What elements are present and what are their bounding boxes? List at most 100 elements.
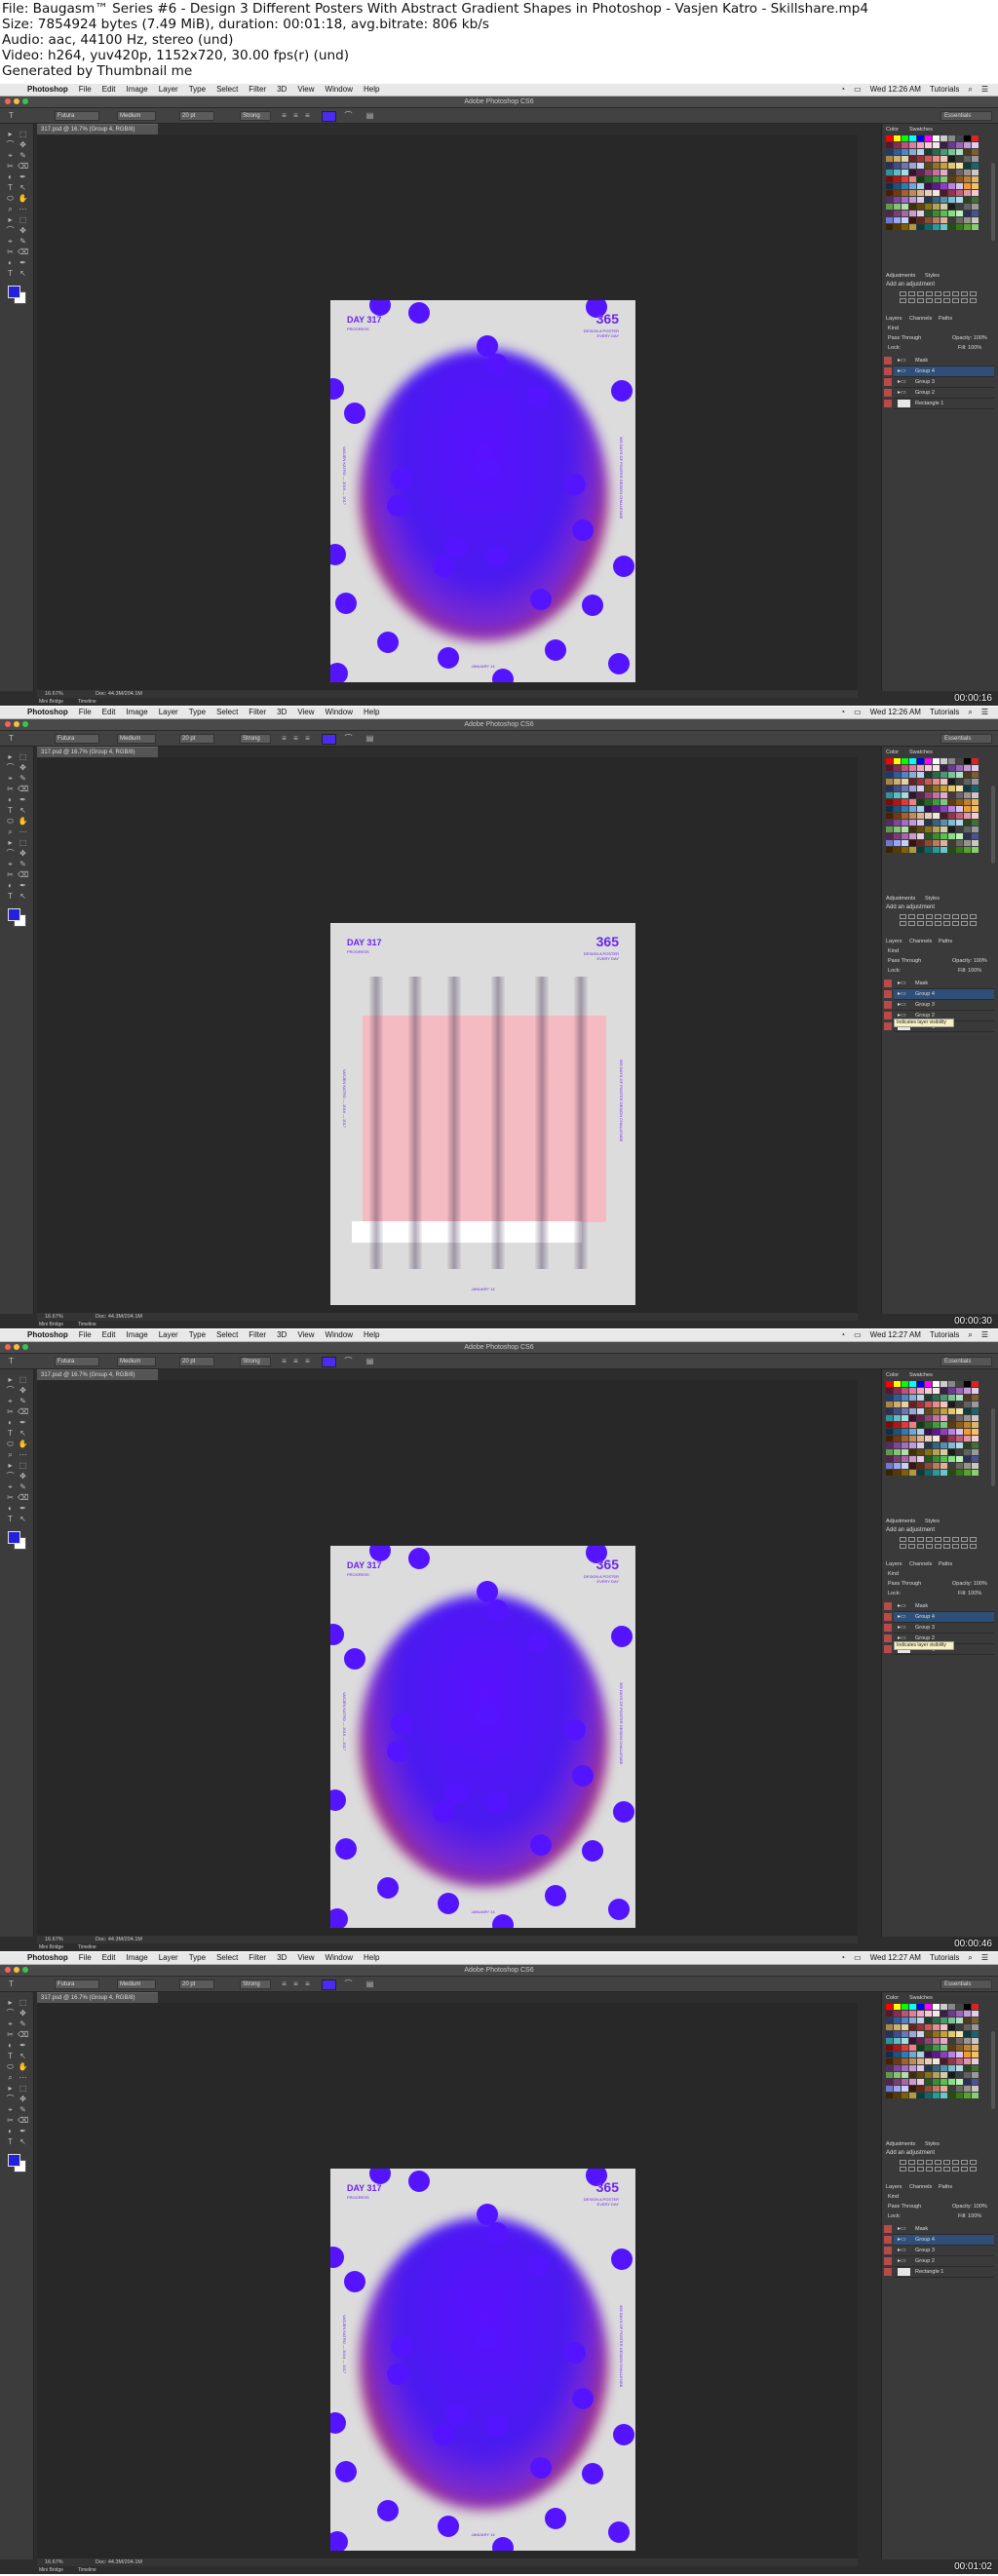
menu-help[interactable]: Help — [364, 84, 379, 96]
color-swatch[interactable] — [894, 190, 901, 196]
tab-styles[interactable]: Styles — [925, 272, 940, 280]
color-swatch[interactable] — [956, 1449, 963, 1455]
layer-filter-kind[interactable]: Kind — [888, 325, 899, 332]
color-swatch[interactable] — [909, 799, 916, 805]
color-swatch[interactable] — [894, 840, 901, 846]
tool-19-icon[interactable]: ✥ — [18, 849, 28, 858]
color-swatch[interactable] — [886, 806, 893, 812]
color-swatch[interactable] — [917, 2011, 924, 2017]
fill-field[interactable]: Fill: 100% — [958, 1590, 981, 1597]
tool-20-icon[interactable]: ⌖ — [5, 237, 16, 246]
menu-help[interactable]: Help — [364, 707, 379, 718]
tool-17-icon[interactable]: ⬚ — [18, 838, 28, 847]
align-left-icon[interactable]: ≡ — [279, 1980, 289, 1988]
tab-timeline[interactable]: Timeline — [78, 2566, 96, 2574]
color-swatch[interactable] — [933, 1436, 940, 1442]
color-swatch[interactable] — [925, 156, 932, 162]
color-swatch[interactable] — [925, 1456, 932, 1462]
layer-filter-kind[interactable]: Kind — [888, 947, 899, 955]
color-swatch[interactable] — [917, 211, 924, 216]
color-swatch[interactable] — [948, 1442, 955, 1448]
tool-18-icon[interactable]: ⌒ — [5, 849, 16, 858]
color-swatch[interactable] — [902, 224, 908, 230]
eye-icon[interactable] — [884, 400, 892, 407]
color-swatch[interactable] — [956, 211, 963, 216]
color-swatch[interactable] — [909, 2038, 916, 2044]
adjustment-icon[interactable] — [943, 298, 950, 303]
menu-edit[interactable]: Edit — [102, 1952, 116, 1964]
color-swatch[interactable] — [894, 156, 901, 162]
color-swatch[interactable] — [964, 1429, 971, 1435]
color-swatch[interactable] — [972, 833, 979, 839]
color-swatch[interactable] — [948, 135, 955, 141]
color-swatch[interactable] — [886, 1470, 893, 1476]
color-swatch[interactable] — [948, 170, 955, 175]
color-swatch[interactable] — [925, 2086, 932, 2092]
tab-color[interactable]: Color — [886, 1371, 899, 1379]
color-swatch[interactable] — [894, 2004, 901, 2010]
menu-filter[interactable]: Filter — [249, 1329, 266, 1341]
color-swatch[interactable] — [909, 1463, 916, 1469]
menu-file[interactable]: File — [79, 1329, 92, 1341]
folder-icon[interactable]: ▸▭ — [898, 989, 906, 999]
color-swatch[interactable] — [972, 2045, 979, 2051]
folder-icon[interactable]: ▸▭ — [898, 2224, 906, 2234]
color-swatch[interactable] — [902, 2052, 908, 2057]
color-swatch[interactable] — [940, 163, 947, 169]
zoom-window-button[interactable] — [22, 721, 28, 727]
color-swatch[interactable] — [972, 163, 979, 169]
adjustment-icon[interactable] — [961, 2160, 968, 2165]
color-swatch[interactable] — [933, 2058, 940, 2064]
color-swatch[interactable] — [972, 190, 979, 196]
warp-text-icon[interactable]: ⌒ — [343, 111, 354, 120]
color-swatch[interactable] — [917, 813, 924, 819]
color-swatch[interactable] — [940, 2079, 947, 2085]
layer-row[interactable]: ▸▭ Mask — [884, 1601, 994, 1612]
color-swatch[interactable] — [917, 163, 924, 169]
color-swatch[interactable] — [925, 799, 932, 805]
color-swatch[interactable] — [886, 2031, 893, 2037]
color-swatch[interactable] — [972, 1415, 979, 1421]
tool-2-icon[interactable]: ⌒ — [5, 140, 16, 149]
color-swatch[interactable] — [933, 224, 940, 230]
color-swatch[interactable] — [956, 2093, 963, 2098]
tool-4-icon[interactable]: ⌖ — [5, 151, 16, 160]
adjustments-icons[interactable] — [900, 914, 978, 926]
tool-25-icon[interactable]: ✒ — [18, 881, 28, 890]
foreground-color-swatch[interactable] — [8, 1531, 20, 1544]
color-swatch[interactable] — [948, 2045, 955, 2051]
color-swatch[interactable] — [940, 135, 947, 141]
tool-12-icon[interactable]: ⬭ — [5, 194, 16, 203]
color-swatch[interactable] — [956, 2072, 963, 2078]
tool-11-icon[interactable]: ↖ — [18, 806, 28, 815]
tool-8-icon[interactable]: ◐ — [5, 173, 16, 181]
color-swatch[interactable] — [972, 2031, 979, 2037]
color-swatch[interactable] — [972, 820, 979, 826]
color-swatch[interactable] — [917, 2052, 924, 2057]
color-swatch[interactable] — [917, 758, 924, 764]
tab-timeline[interactable]: Timeline — [78, 698, 96, 706]
color-swatch[interactable] — [886, 2045, 893, 2051]
eye-icon[interactable] — [884, 980, 892, 987]
tool-16-icon[interactable]: ▸ — [5, 2084, 16, 2093]
color-swatch[interactable] — [909, 827, 916, 832]
color-swatch[interactable] — [972, 1463, 979, 1469]
adjustment-icon[interactable] — [917, 298, 924, 303]
tool-12-icon[interactable]: ⬭ — [5, 1440, 16, 1448]
color-swatch[interactable] — [925, 170, 932, 175]
color-swatch[interactable] — [917, 2065, 924, 2071]
color-swatch[interactable] — [964, 204, 971, 210]
adjustment-icon[interactable] — [943, 1537, 950, 1542]
eye-icon[interactable] — [884, 1624, 892, 1632]
color-swatch[interactable] — [972, 2072, 979, 2078]
text-color-swatch[interactable] — [322, 111, 336, 122]
color-swatch[interactable] — [886, 779, 893, 785]
tab-adjustments[interactable]: Adjustments — [886, 272, 915, 280]
color-swatch[interactable] — [940, 1388, 947, 1394]
eye-icon[interactable] — [884, 990, 892, 998]
color-swatch[interactable] — [964, 772, 971, 778]
tab-mini-bridge[interactable]: Mini Bridge — [39, 1943, 63, 1951]
color-swatch[interactable] — [902, 1463, 908, 1469]
tool-15-icon[interactable]: ⋯ — [18, 2073, 28, 2082]
color-swatch[interactable] — [940, 799, 947, 805]
